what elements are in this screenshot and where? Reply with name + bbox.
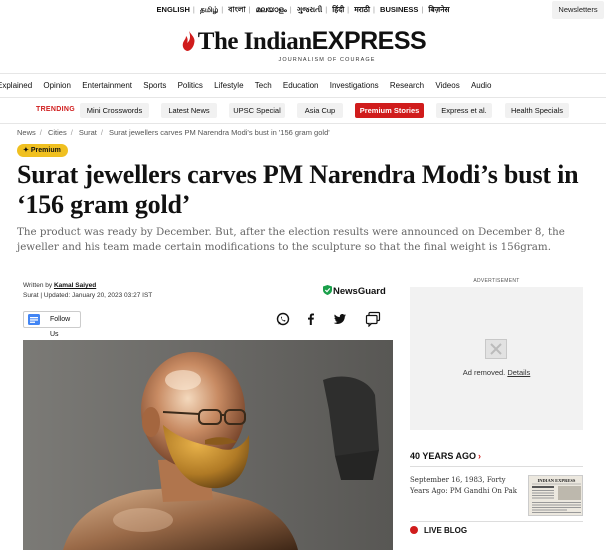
live-dot-icon (410, 526, 418, 534)
breadcrumb-news[interactable]: News (17, 128, 36, 137)
trending-chip-upsc-special[interactable]: UPSC Special (229, 103, 285, 118)
lang-english[interactable]: ENGLISH (154, 5, 193, 14)
breadcrumb-surat[interactable]: Surat (79, 128, 97, 137)
whatsapp-icon[interactable] (276, 312, 290, 326)
article-standfirst: The product was ready by December. But, … (17, 226, 565, 253)
nav-item-explained[interactable]: Explained (0, 74, 32, 97)
nav-item-opinion[interactable]: Opinion (43, 74, 71, 97)
image-placeholder-icon (485, 339, 507, 359)
brand-name-serif: The Indian (197, 28, 312, 55)
lang-malayalam[interactable]: മലയാളം (253, 5, 290, 15)
lang-bangla[interactable]: বাংলা (225, 5, 248, 17)
follow-us-button[interactable]: Follow Us (23, 311, 81, 338)
star-icon: ✦ (23, 147, 29, 154)
main-nav: Explained Opinion Entertainment Sports P… (0, 73, 606, 98)
trending-chip-express-et-al[interactable]: Express et al. (436, 103, 492, 118)
forty-years-ago-thumbnail[interactable]: INDIAN EXPRESS (528, 475, 583, 516)
divider (0, 123, 606, 124)
lang-gujarati[interactable]: ગુજરાતી (294, 5, 325, 15)
shield-check-icon (323, 285, 332, 295)
trending-chip-mini-crosswords[interactable]: Mini Crosswords (80, 103, 149, 118)
nav-item-lifestyle[interactable]: Lifestyle (214, 74, 243, 97)
forty-years-ago-heading[interactable]: 40 YEARS AGO › (410, 451, 481, 461)
facebook-icon[interactable] (304, 312, 318, 326)
flame-icon (182, 31, 195, 51)
trending-chip-latest-news[interactable]: Latest News (161, 103, 217, 118)
nav-item-audio[interactable]: Audio (471, 74, 491, 97)
breadcrumb: News / Cities / Surat / Surat jewellers car… (17, 128, 330, 137)
ad-removed-text: Ad removed. Details (462, 368, 531, 377)
comment-icon[interactable] (365, 311, 381, 327)
trending-chip-asia-cup[interactable]: Asia Cup (297, 103, 343, 118)
nav-item-sports[interactable]: Sports (143, 74, 166, 97)
newsletters-button[interactable]: Newsletters (552, 1, 604, 19)
nav-item-research[interactable]: Research (390, 74, 424, 97)
dateline: Surat | Updated: January 20, 2023 03:27 … (23, 292, 153, 299)
lang-business[interactable]: BUSINESS (377, 5, 421, 14)
nav-item-videos[interactable]: Videos (435, 74, 459, 97)
breadcrumb-current: Surat jewellers carves PM Narendra Modi'… (109, 128, 330, 137)
thumbnail-masthead: INDIAN EXPRESS (538, 478, 576, 483)
nav-item-investigations[interactable]: Investigations (330, 74, 379, 97)
divider (410, 521, 583, 522)
byline: Written by Kamal Saiyed Surat | Updated:… (23, 281, 152, 301)
breadcrumb-cities[interactable]: Cities (48, 128, 67, 137)
premium-badge: ✦ Premium (17, 144, 68, 157)
nav-item-politics[interactable]: Politics (178, 74, 203, 97)
article-headline: Surat jewellers carves PM Narendra Modi’… (17, 160, 579, 219)
nav-item-entertainment[interactable]: Entertainment (82, 74, 132, 97)
language-bar: ENGLISH | தமிழ் | বাংলা | മലയാളം | ગુજરાતી | … (0, 5, 606, 19)
trending-bar: TRENDING Mini Crosswords Latest News UPS… (0, 103, 606, 118)
chevron-right-icon: › (478, 451, 482, 461)
trending-chip-health-specials[interactable]: Health Specials (505, 103, 569, 118)
lang-business-hindi[interactable]: बिज़नेस (425, 5, 452, 15)
live-blog-heading[interactable]: LIVE BLOG (410, 526, 467, 535)
masthead-logo[interactable]: The IndianEXPRESS JOURNALISM OF COURAGE (0, 27, 606, 63)
hero-image (23, 340, 393, 550)
nav-item-tech[interactable]: Tech (255, 74, 272, 97)
lang-marathi[interactable]: मराठी (351, 5, 373, 15)
trending-chip-premium-stories[interactable]: Premium Stories (355, 103, 424, 118)
byline-prefix: Written by (23, 282, 53, 289)
nav-item-education[interactable]: Education (283, 74, 319, 97)
lang-hindi[interactable]: हिंदी (329, 5, 347, 15)
brand-name-sans: EXPRESS (311, 27, 427, 55)
google-news-icon (28, 314, 40, 325)
newspaper-thumbnail: INDIAN EXPRESS (529, 476, 582, 515)
ad-slot: Ad removed. Details (410, 287, 583, 430)
newsguard-badge[interactable]: NewsGuard (323, 285, 386, 297)
twitter-icon[interactable] (333, 312, 347, 326)
forty-years-ago-story-link[interactable]: September 16, 1983, Forty Years Ago: PM … (410, 475, 520, 497)
lang-tamil[interactable]: தமிழ் (197, 5, 221, 15)
divider (410, 466, 583, 467)
advertisement-label: ADVERTISEMENT (473, 278, 520, 284)
brand-tagline: JOURNALISM OF COURAGE (278, 57, 376, 63)
trending-label: TRENDING (36, 106, 75, 113)
ad-details-link[interactable]: Details (507, 368, 530, 377)
author-link[interactable]: Kamal Saiyed (54, 282, 96, 289)
